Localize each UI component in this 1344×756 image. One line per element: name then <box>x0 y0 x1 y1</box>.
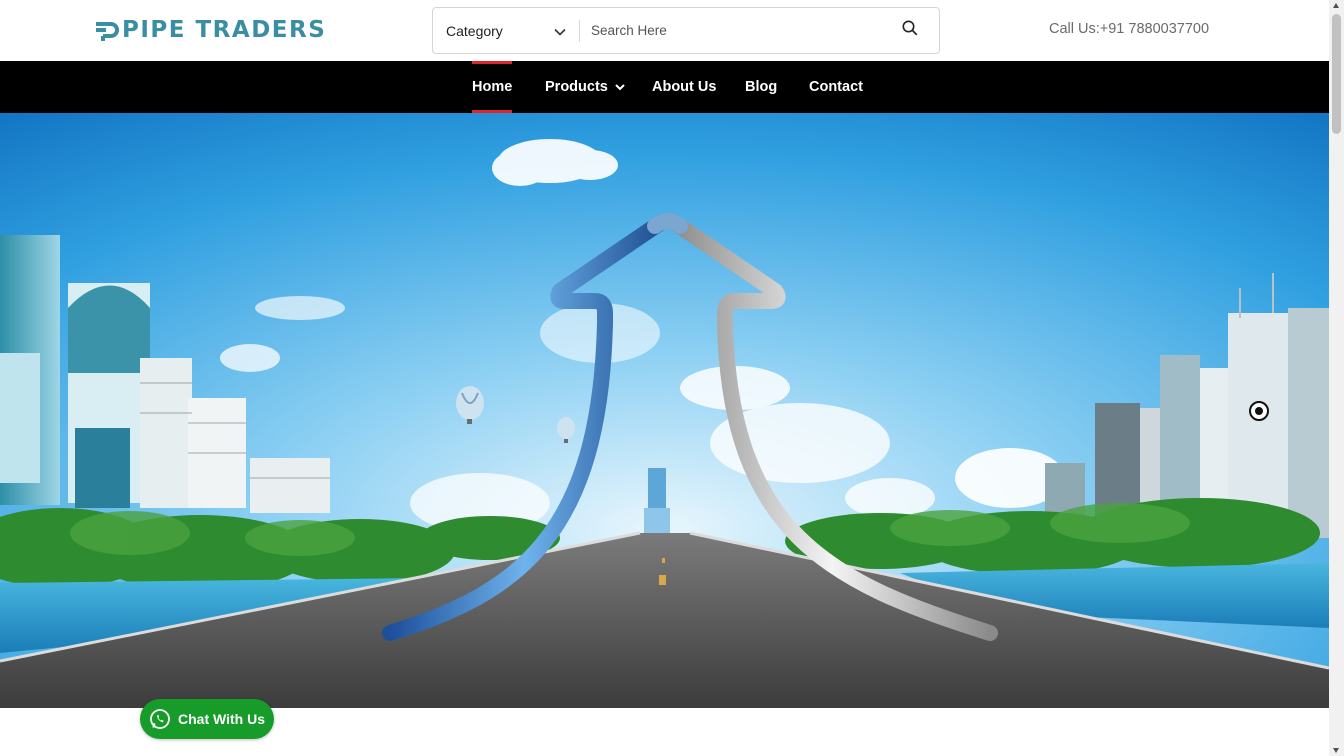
nav-item-label: Home <box>472 79 513 95</box>
search-bar: Category <box>432 7 940 54</box>
nav-item-label: Contact <box>809 79 863 95</box>
nav-item-label: Products <box>545 79 608 95</box>
whatsapp-icon <box>149 708 171 730</box>
brand-name: PIPE TRADERS <box>122 17 327 43</box>
nav-item-label: Blog <box>745 79 778 95</box>
category-select[interactable]: Category <box>433 8 579 53</box>
nav-item-blog[interactable]: Blog <box>745 61 777 113</box>
scroll-down-icon[interactable] <box>1333 748 1339 753</box>
main-navigation: Home Products About Us Blog Contact <box>0 61 1329 113</box>
page-scrollbar[interactable] <box>1329 0 1344 756</box>
scrollbar-thumb[interactable] <box>1332 14 1341 134</box>
scroll-up-icon[interactable] <box>1333 3 1339 8</box>
chevron-down-icon <box>554 23 566 39</box>
nav-item-products[interactable]: Products <box>545 61 625 113</box>
chevron-down-icon <box>615 83 625 91</box>
nav-item-label: About Us <box>652 79 717 95</box>
nav-item-about-us[interactable]: About Us <box>652 61 716 113</box>
call-us-phone[interactable]: Call Us:+91 7880037700 <box>1049 21 1209 37</box>
site-logo[interactable]: PIPE TRADERS <box>94 16 326 44</box>
radio-dot-icon[interactable] <box>1249 401 1269 421</box>
hero-illustration <box>0 113 1329 708</box>
site-header: PIPE TRADERS Category Call Us:+91 788003… <box>0 0 1329 61</box>
search-button[interactable] <box>881 8 939 53</box>
category-label: Category <box>446 22 503 39</box>
chat-button-label: Chat With Us <box>178 711 265 727</box>
chat-with-us-button[interactable]: Chat With Us <box>140 699 274 739</box>
pipe-logo-icon <box>94 19 120 41</box>
hero-banner[interactable] <box>0 113 1329 708</box>
search-input[interactable] <box>580 8 881 53</box>
search-icon <box>902 20 918 41</box>
nav-item-home[interactable]: Home <box>472 61 513 113</box>
nav-item-contact[interactable]: Contact <box>809 61 863 113</box>
